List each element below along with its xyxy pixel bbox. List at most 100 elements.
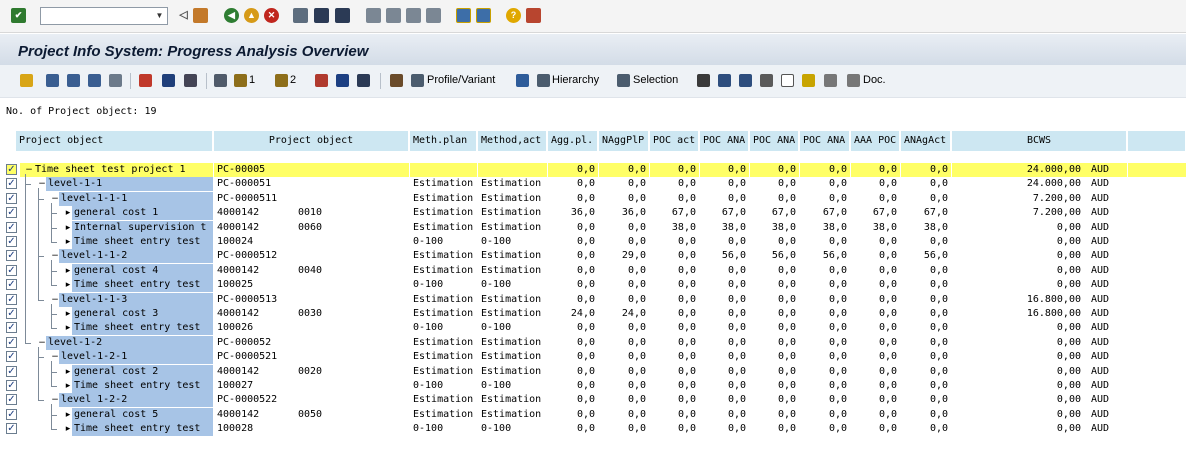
- tree-node-label[interactable]: general cost 1: [72, 206, 213, 221]
- collapse-node-icon[interactable]: −: [51, 352, 59, 362]
- hierarchy-tree-icon[interactable]: [184, 74, 197, 87]
- tree-node-label[interactable]: level-1-1-3: [59, 292, 213, 307]
- tree-node-label[interactable]: Time sheet entry test: [72, 321, 213, 336]
- table-row[interactable]: ✓ ▸ general cost 1 4000142 0010 Estimation Est…: [3, 206, 1186, 221]
- table-row[interactable]: ✓ ▸ general cost 2 4000142 0020 Estimation Est…: [3, 364, 1186, 379]
- table-row[interactable]: ✓ − level-1-2-1 PC-0000521 Estimation Estimat…: [3, 350, 1186, 365]
- row-checkbox[interactable]: ✓: [6, 192, 17, 204]
- dropdown-icon[interactable]: ▼: [153, 9, 166, 23]
- col-header-poc-ana-3[interactable]: POC ANA: [799, 130, 850, 152]
- leaf-arrow-icon[interactable]: ▸: [64, 424, 72, 434]
- row-checkbox[interactable]: ✓: [6, 336, 17, 348]
- col-header-poc-ana-1[interactable]: POC ANA: [699, 130, 749, 152]
- filter-icon[interactable]: [162, 74, 175, 87]
- row-checkbox[interactable]: ✓: [6, 264, 17, 276]
- print-list-icon[interactable]: [357, 74, 370, 87]
- tree-node-label[interactable]: Time sheet entry test: [72, 379, 213, 393]
- col-header-anagact[interactable]: ANAgAct: [900, 130, 951, 152]
- row-checkbox[interactable]: ✓: [6, 279, 17, 291]
- back-arrow-icon[interactable]: ◀: [224, 8, 239, 23]
- shortcut-icon[interactable]: [476, 8, 491, 23]
- leaf-arrow-icon[interactable]: ▸: [64, 266, 72, 276]
- edit-layout-2-icon[interactable]: [275, 74, 288, 87]
- table-row[interactable]: ✓ − level-1-1-1 PC-0000511 Estimation Estimat…: [3, 191, 1186, 206]
- collapse-node-icon[interactable]: −: [51, 295, 59, 305]
- tree-node-label[interactable]: Time sheet entry test: [72, 235, 213, 249]
- collapse-node-icon[interactable]: −: [51, 251, 59, 261]
- leaf-arrow-icon[interactable]: ▸: [64, 381, 72, 391]
- enter-icon[interactable]: ✔: [11, 8, 26, 23]
- col-header-method-act[interactable]: Method,act: [477, 130, 547, 152]
- leaf-arrow-icon[interactable]: ▸: [64, 309, 72, 319]
- cancel-icon[interactable]: ✕: [264, 8, 279, 23]
- funnel-icon[interactable]: [214, 74, 227, 87]
- command-field[interactable]: ▼: [40, 7, 168, 25]
- table-row[interactable]: ✓ ▸ Time sheet entry test 100024 0-100 0-100 0…: [3, 235, 1186, 249]
- collapse-node-icon[interactable]: −: [38, 179, 46, 189]
- tree-node-label[interactable]: level-1-1-2: [59, 249, 213, 264]
- first-page-icon[interactable]: [366, 8, 381, 23]
- last-page-icon[interactable]: [426, 8, 441, 23]
- tree-node-label[interactable]: level 1-2-2: [59, 393, 213, 408]
- row-checkbox[interactable]: ✓: [6, 250, 17, 262]
- execute-icon[interactable]: [20, 74, 33, 87]
- help-icon[interactable]: ?: [506, 8, 521, 23]
- command-input[interactable]: [41, 8, 151, 23]
- table-row[interactable]: ✓ ▸ Time sheet entry test 100027 0-100 0-100 0…: [3, 379, 1186, 393]
- find-next-icon[interactable]: [335, 8, 350, 23]
- tree-node-label[interactable]: general cost 4: [72, 263, 213, 278]
- tree-node-label[interactable]: Time sheet entry test: [72, 422, 213, 437]
- copy-icon[interactable]: [697, 74, 710, 87]
- leaf-arrow-icon[interactable]: ▸: [64, 410, 72, 420]
- table-row[interactable]: ✓ − level-1-2 PC-000052 Estimation Estimation…: [3, 335, 1186, 350]
- refresh-icon[interactable]: [109, 74, 122, 87]
- tree-node-label[interactable]: general cost 5: [72, 407, 213, 422]
- pencil-icon[interactable]: [802, 74, 815, 87]
- leaf-arrow-icon[interactable]: ▸: [64, 223, 72, 233]
- transfer-icon[interactable]: [760, 74, 773, 87]
- col-header-tree[interactable]: Project object: [15, 130, 213, 152]
- tree-node-label[interactable]: level-1-2: [46, 335, 213, 350]
- leaf-arrow-icon[interactable]: ▸: [64, 237, 72, 247]
- glasses-doc-icon[interactable]: [847, 74, 860, 87]
- exit-icon[interactable]: ▲: [244, 8, 259, 23]
- overview-icon[interactable]: [739, 74, 752, 87]
- print-icon[interactable]: [293, 8, 308, 23]
- table-row[interactable]: ✓ ▸ general cost 3 4000142 0030 Estimation Est…: [3, 307, 1186, 321]
- info-icon[interactable]: [336, 74, 349, 87]
- hierarchy-icon[interactable]: [516, 74, 529, 87]
- table-row[interactable]: ✓ ▸ Time sheet entry test 100026 0-100 0-100 0…: [3, 321, 1186, 336]
- row-checkbox[interactable]: ✓: [6, 308, 17, 319]
- leaf-arrow-icon[interactable]: ▸: [64, 208, 72, 218]
- profile-variant-icon[interactable]: [411, 74, 424, 87]
- collapse-icon[interactable]: [88, 74, 101, 87]
- tree-node-label[interactable]: Time sheet test project 1: [33, 163, 213, 177]
- col-header-agg-pl[interactable]: Agg.pl.: [547, 130, 598, 152]
- new-session-icon[interactable]: [456, 8, 471, 23]
- col-header-poc-ana-2[interactable]: POC ANA: [749, 130, 799, 152]
- col-header-nagg[interactable]: NAggPlP: [598, 130, 649, 152]
- tree-node-label[interactable]: level-1-2-1: [59, 350, 213, 365]
- find-icon[interactable]: [314, 8, 329, 23]
- col-header-bcws[interactable]: BCWS: [951, 130, 1127, 152]
- row-checkbox[interactable]: ✓: [6, 423, 17, 435]
- leaf-arrow-icon[interactable]: ▸: [64, 367, 72, 377]
- tree-node-label[interactable]: Internal supervision t: [72, 220, 213, 235]
- table-row[interactable]: ✓ ▸ general cost 5 4000142 0050 Estimation Est…: [3, 407, 1186, 422]
- table-row[interactable]: ✓ ▸ Time sheet entry test 100028 0-100 0-100 0…: [3, 422, 1186, 437]
- selection-button[interactable]: Selection: [633, 74, 678, 89]
- back-icon[interactable]: ◁: [176, 8, 191, 23]
- expand-icon[interactable]: [67, 74, 80, 87]
- glasses-icon[interactable]: [824, 74, 837, 87]
- table-row[interactable]: ✓ − level-1-1 PC-000051 Estimation Estimation…: [3, 177, 1186, 192]
- edit-layout-icon[interactable]: [234, 74, 247, 87]
- col-header-aaa-poc[interactable]: AAA POC: [850, 130, 900, 152]
- row-checkbox[interactable]: ✓: [6, 408, 17, 420]
- tree-node-label[interactable]: level-1-1: [46, 177, 213, 192]
- row-checkbox[interactable]: ✓: [6, 351, 17, 363]
- row-checkbox[interactable]: ✓: [6, 236, 17, 247]
- table-row[interactable]: ✓ ▸ general cost 4 4000142 0040 Estimation Est…: [3, 263, 1186, 278]
- table-row[interactable]: ✓ ▸ Time sheet entry test 100025 0-100 0-100 0…: [3, 278, 1186, 293]
- export-icon[interactable]: [139, 74, 152, 87]
- row-checkbox[interactable]: ✓: [6, 178, 17, 190]
